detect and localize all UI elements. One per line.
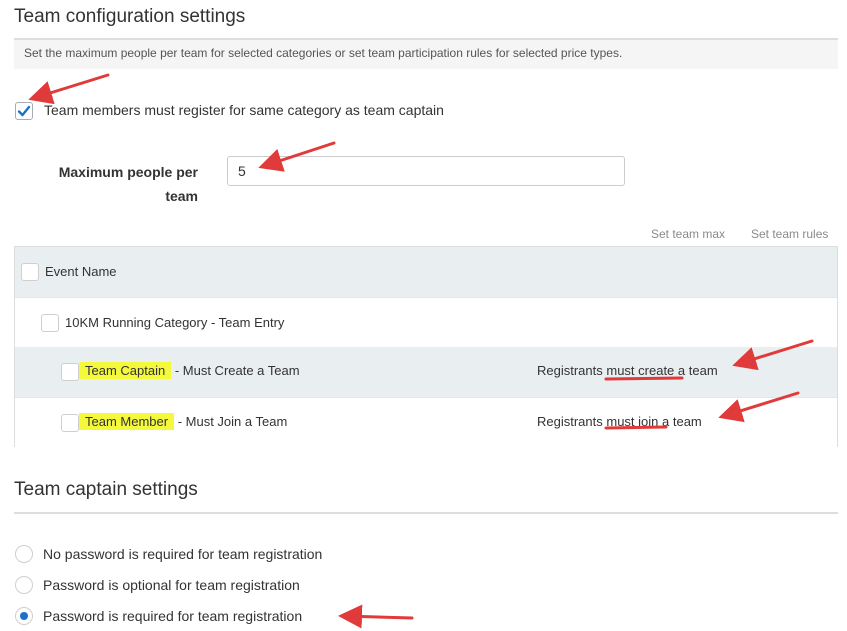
- team-member-highlight: Team Member: [79, 413, 175, 430]
- rule-emphasis: must join: [606, 414, 659, 429]
- arrow-annotation-checkbox: [28, 73, 110, 105]
- category-checkbox[interactable]: [41, 314, 59, 332]
- checkmark-icon: [17, 105, 31, 117]
- team-member-rest: - Must Join a Team: [174, 414, 288, 429]
- radio-no-password-label: No password is required for team registr…: [43, 546, 323, 562]
- same-category-label: Team members must register for same cate…: [44, 102, 444, 118]
- rule-prefix: Registrants: [537, 363, 607, 378]
- section-divider: [14, 512, 838, 514]
- radio-required-password-label: Password is required for team registrati…: [43, 608, 303, 624]
- max-people-label: Maximum people per team: [30, 160, 198, 208]
- arrow-annotation-required-radio: [338, 604, 414, 629]
- team-captain-title: Team captain settings: [14, 479, 198, 500]
- set-team-max-link[interactable]: Set team max: [651, 227, 725, 241]
- rule-suffix: a team: [674, 363, 718, 378]
- team-member-checkbox[interactable]: [61, 414, 79, 432]
- max-people-input[interactable]: [227, 156, 625, 186]
- table-row: Team Captain - Must Create a Team Regist…: [15, 347, 837, 397]
- event-name-header: Event Name: [45, 264, 117, 279]
- table-row: Team Member - Must Join a Team Registran…: [15, 397, 837, 448]
- event-table: Event Name 10KM Running Category - Team …: [14, 246, 838, 448]
- max-people-label-line1: Maximum people per: [58, 164, 198, 180]
- category-name: 10KM Running Category - Team Entry: [65, 315, 285, 330]
- description-text: Set the maximum people per team for sele…: [24, 46, 623, 60]
- radio-optional-password[interactable]: [15, 576, 33, 594]
- same-category-checkbox[interactable]: [15, 102, 33, 120]
- select-all-checkbox[interactable]: [21, 263, 39, 281]
- team-captain-highlight: Team Captain: [79, 362, 172, 379]
- team-member-name: Team Member - Must Join a Team: [79, 413, 288, 430]
- max-people-label-line2: team: [165, 188, 198, 204]
- team-captain-rest: - Must Create a Team: [171, 363, 300, 378]
- radio-no-password[interactable]: [15, 545, 33, 563]
- set-team-rules-link[interactable]: Set team rules: [751, 227, 828, 241]
- radio-required-password[interactable]: [15, 607, 33, 625]
- team-config-title: Team configuration settings: [14, 6, 246, 27]
- table-header-row: Event Name: [15, 247, 837, 297]
- rule-emphasis: must create: [606, 363, 675, 378]
- team-captain-checkbox[interactable]: [61, 363, 79, 381]
- team-member-rule: Registrants must join a team: [537, 414, 702, 429]
- radio-optional-password-label: Password is optional for team registrati…: [43, 577, 300, 593]
- team-captain-rule: Registrants must create a team: [537, 363, 718, 378]
- category-row: 10KM Running Category - Team Entry: [15, 297, 837, 348]
- team-captain-name: Team Captain - Must Create a Team: [79, 362, 300, 379]
- rule-prefix: Registrants: [537, 414, 607, 429]
- rule-suffix: a team: [658, 414, 702, 429]
